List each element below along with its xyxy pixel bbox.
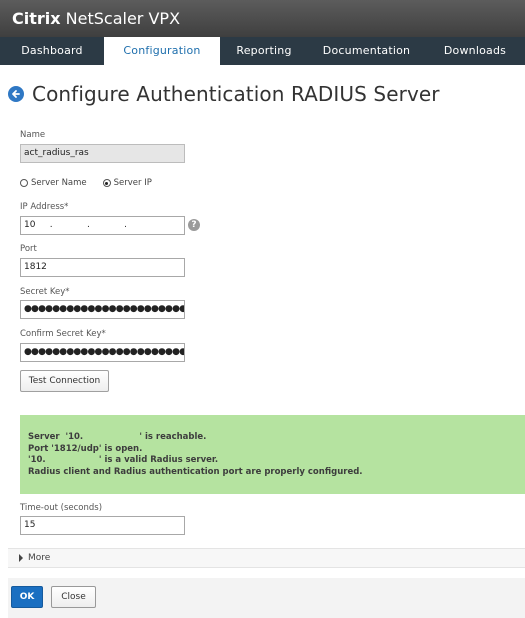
message-line-4: Radius client and Radius authentication … (28, 466, 363, 477)
ok-button[interactable]: OK (11, 586, 43, 608)
connection-status-message: Server '10. ' is reachable. Port '1812/u… (20, 415, 525, 494)
message-line-1: Server '10. ' is reachable. (28, 432, 207, 442)
tab-reporting[interactable]: Reporting (220, 37, 308, 65)
tab-documentation[interactable]: Documentation (308, 37, 425, 65)
radio-server-ip[interactable] (102, 179, 111, 187)
brand-product: NetScaler VPX (65, 9, 181, 28)
test-connection-button[interactable]: Test Connection (20, 370, 109, 392)
radio-server-name-label: Server Name (31, 178, 87, 188)
radio-server-name[interactable] (20, 179, 28, 187)
tab-configuration[interactable]: Configuration (104, 37, 220, 65)
message-line-2: Port '1812/udp' is open. (28, 443, 143, 454)
port-label: Port (20, 244, 37, 254)
server-type-radio-group: Server Name Server IP (20, 178, 152, 188)
timeout-field[interactable]: 15 (20, 516, 185, 535)
ip-address-label: IP Address* (20, 202, 69, 212)
secret-key-label: Secret Key* (20, 287, 70, 297)
main-nav: Dashboard Configuration Reporting Docume… (0, 37, 525, 65)
message-line-3: '10. ' is a valid Radius server. (28, 455, 219, 465)
port-field[interactable]: 1812 (20, 258, 185, 277)
confirm-secret-key-field[interactable]: ●●●●●●●●●●●●●●●●●●●●●●●●●●● (20, 343, 185, 362)
top-header-bar: Citrix NetScaler VPX (0, 0, 525, 37)
radio-server-ip-label: Server IP (113, 178, 152, 188)
brand-logo: Citrix NetScaler VPX (12, 9, 180, 28)
more-label: More (28, 553, 51, 563)
tab-downloads[interactable]: Downloads (425, 37, 525, 65)
more-expander[interactable]: More (8, 548, 525, 568)
confirm-secret-key-label: Confirm Secret Key* (20, 329, 106, 339)
brand-citrix: Citrix (12, 9, 61, 28)
tab-dashboard[interactable]: Dashboard (0, 37, 104, 65)
name-field: act_radius_ras (20, 144, 185, 163)
caret-right-icon (19, 554, 23, 562)
back-arrow-icon[interactable] (8, 86, 24, 102)
secret-key-field[interactable]: ●●●●●●●●●●●●●●●●●●●●●●●●●●● (20, 300, 185, 319)
page-header: Configure Authentication RADIUS Server (8, 82, 440, 106)
ip-address-field[interactable]: 10 . . . (20, 216, 185, 235)
name-label: Name (20, 130, 46, 140)
close-button[interactable]: Close (51, 586, 96, 608)
timeout-label: Time-out (seconds) (20, 503, 103, 513)
form-footer: OK Close (8, 578, 525, 618)
help-icon[interactable]: ? (188, 219, 200, 231)
page-title: Configure Authentication RADIUS Server (32, 82, 440, 106)
